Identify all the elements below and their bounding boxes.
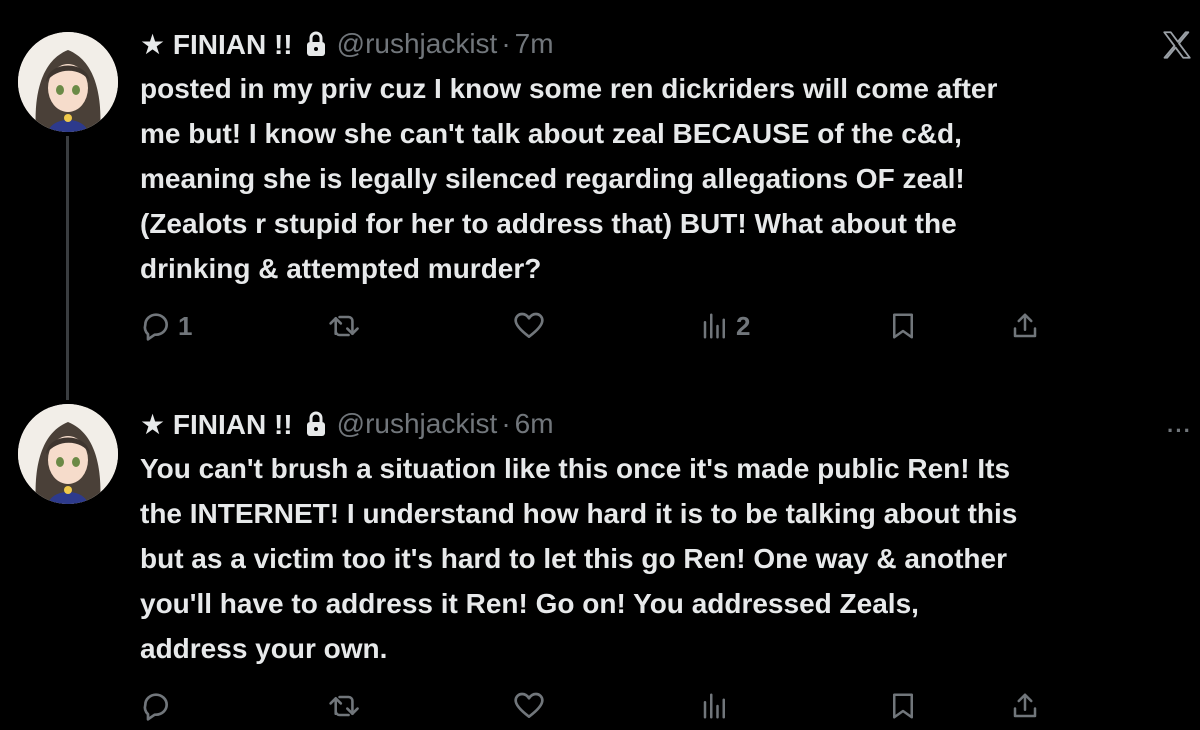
views-button[interactable] [700,690,736,722]
tweet-actions [140,690,1040,730]
repost-button[interactable] [328,310,370,342]
repost-icon [329,695,359,717]
author-name[interactable]: ★ FINIAN !! [140,408,293,441]
reply-count: 1 [178,310,193,341]
tweet[interactable]: ★ FINIAN !! @rushjackist · 6m You can't … [140,404,1180,671]
heart-icon [514,692,544,718]
tweet-text: You can't brush a situation like this on… [140,453,1018,664]
bookmark-button[interactable] [888,310,918,342]
timestamp[interactable]: 6m [515,408,554,440]
share-button[interactable] [1010,690,1040,722]
repost-icon [329,315,359,337]
share-icon [1013,693,1037,718]
timestamp[interactable]: 7m [515,28,554,60]
avatar[interactable] [18,32,118,132]
avatar[interactable] [18,404,118,504]
separator-dot: · [501,408,511,439]
like-button[interactable] [512,690,552,722]
thread-connector [66,136,69,400]
like-button[interactable] [512,310,552,342]
share-icon [1013,313,1037,338]
avatar-image [18,404,118,504]
bookmark-icon [893,313,913,339]
tweet-header: ★ FINIAN !! @rushjackist · 6m [140,404,1180,444]
separator-dot: · [501,28,511,59]
lock-icon [305,411,327,437]
lock-icon [305,31,327,57]
views-icon [703,693,725,719]
author-name[interactable]: ★ FINIAN !! [140,28,293,61]
view-count: 2 [736,310,751,341]
repost-button[interactable] [328,690,370,722]
views-button[interactable]: 2 [700,310,750,342]
tweet-actions: 1 2 [140,310,1040,350]
views-icon [703,313,725,339]
heart-icon [514,312,544,338]
tweet-text: posted in my priv cuz I know some ren di… [140,73,998,284]
author-handle[interactable]: @rushjackist [337,408,498,440]
reply-icon [143,693,168,721]
share-button[interactable] [1010,310,1040,342]
tweet[interactable]: ★ FINIAN !! @rushjackist · 7m posted in … [140,24,1180,291]
reply-icon [143,313,168,341]
bookmark-button[interactable] [888,690,918,722]
reply-button[interactable] [140,690,178,722]
bookmark-icon [893,693,913,719]
tweet-header: ★ FINIAN !! @rushjackist · 7m [140,24,1180,64]
author-handle[interactable]: @rushjackist [337,28,498,60]
reply-button[interactable]: 1 [140,310,192,342]
avatar-image [18,32,118,132]
